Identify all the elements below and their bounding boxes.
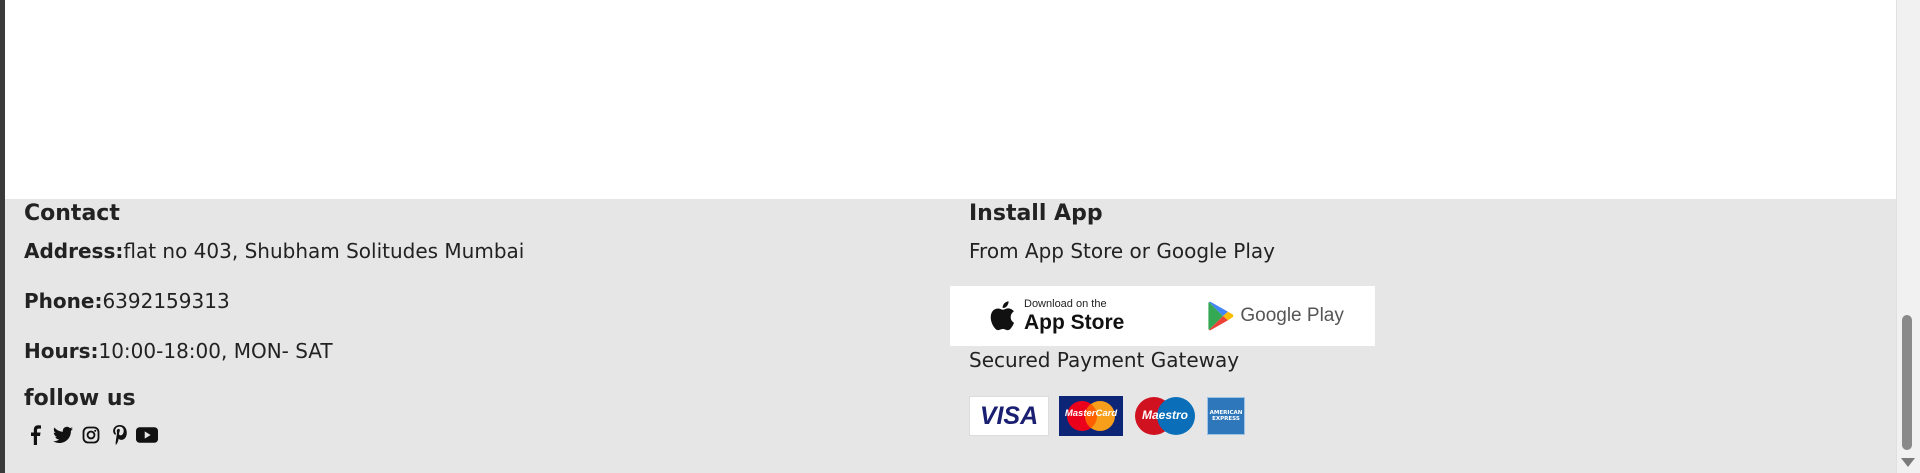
visa-card-icon: VISA <box>969 396 1049 436</box>
social-links <box>24 424 158 446</box>
install-app-heading: Install App <box>969 201 1103 226</box>
mastercard-card-icon: MasterCard <box>1059 396 1123 436</box>
google-play-label: Google Play <box>1240 305 1344 326</box>
apple-icon <box>990 301 1014 331</box>
app-store-label: App Store <box>1024 311 1125 334</box>
app-store-small-label: Download on the <box>1024 298 1107 310</box>
store-badges: Download on the App Store Google Play <box>950 286 1375 346</box>
youtube-icon[interactable] <box>136 424 158 446</box>
instagram-icon[interactable] <box>80 424 102 446</box>
address-value: flat no 403, Shubham Solitudes Mumbai <box>123 239 525 263</box>
hours-value: 10:00-18:00, MON- SAT <box>98 339 333 363</box>
address-label: Address: <box>24 239 124 263</box>
payment-heading: Secured Payment Gateway <box>969 348 1240 372</box>
install-app-subtitle: From App Store or Google Play <box>969 239 1275 263</box>
google-play-badge[interactable]: Google Play <box>1208 286 1344 346</box>
phone-value[interactable]: 6392159313 <box>102 289 229 313</box>
payment-cards: VISA MasterCard Maestro AMERICAN EXPRESS <box>969 396 1245 436</box>
facebook-icon[interactable] <box>24 424 46 446</box>
follow-us-heading: follow us <box>24 386 136 411</box>
hours-label: Hours: <box>24 339 99 363</box>
google-play-icon <box>1208 301 1234 331</box>
amex-card-icon: AMERICAN EXPRESS <box>1207 397 1245 435</box>
app-store-badge[interactable]: Download on the App Store <box>988 286 1124 346</box>
address-line: Address:flat no 403, Shubham Solitudes M… <box>24 239 524 263</box>
phone-line: Phone:6392159313 <box>24 289 230 313</box>
page-scrollbar[interactable] <box>1896 0 1920 473</box>
site-footer: Contact Address:flat no 403, Shubham Sol… <box>5 199 1896 473</box>
mastercard-label: MasterCard <box>1064 408 1118 419</box>
twitter-icon[interactable] <box>52 424 74 446</box>
contact-heading: Contact <box>24 201 120 226</box>
scrollbar-thumb[interactable] <box>1902 315 1912 450</box>
maestro-label: Maestro <box>1141 408 1188 422</box>
phone-label: Phone: <box>24 289 103 313</box>
hours-line: Hours:10:00-18:00, MON- SAT <box>24 339 333 363</box>
maestro-card-icon: Maestro <box>1133 396 1197 436</box>
pinterest-icon[interactable] <box>108 424 130 446</box>
scroll-down-arrow-icon[interactable] <box>1901 458 1915 467</box>
